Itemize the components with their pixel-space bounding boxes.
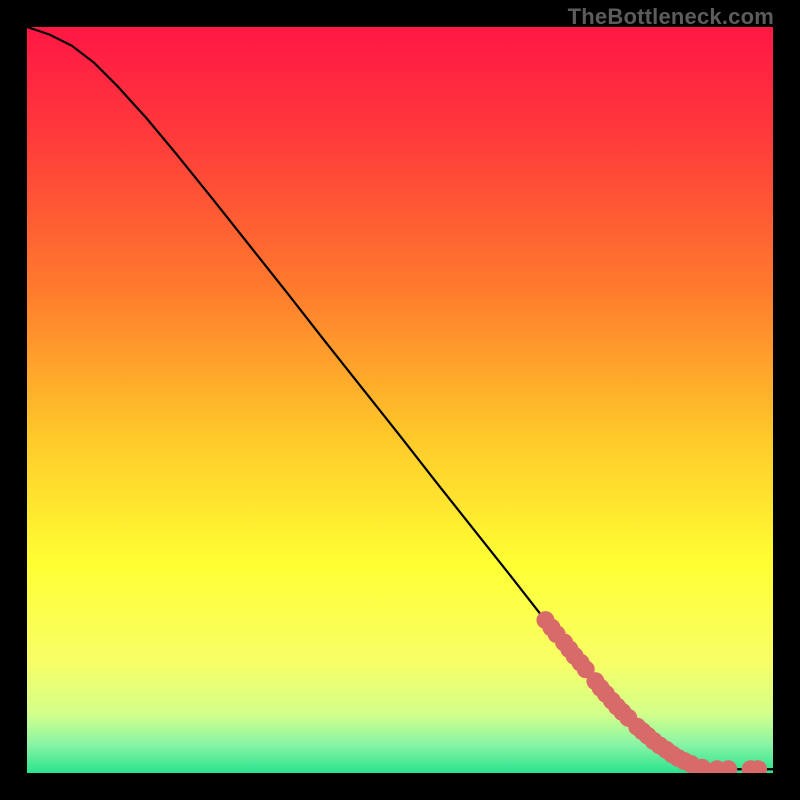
chart-frame: TheBottleneck.com xyxy=(0,0,800,800)
chart-svg xyxy=(27,27,773,773)
gradient-background xyxy=(27,27,773,773)
plot-area xyxy=(27,27,773,773)
